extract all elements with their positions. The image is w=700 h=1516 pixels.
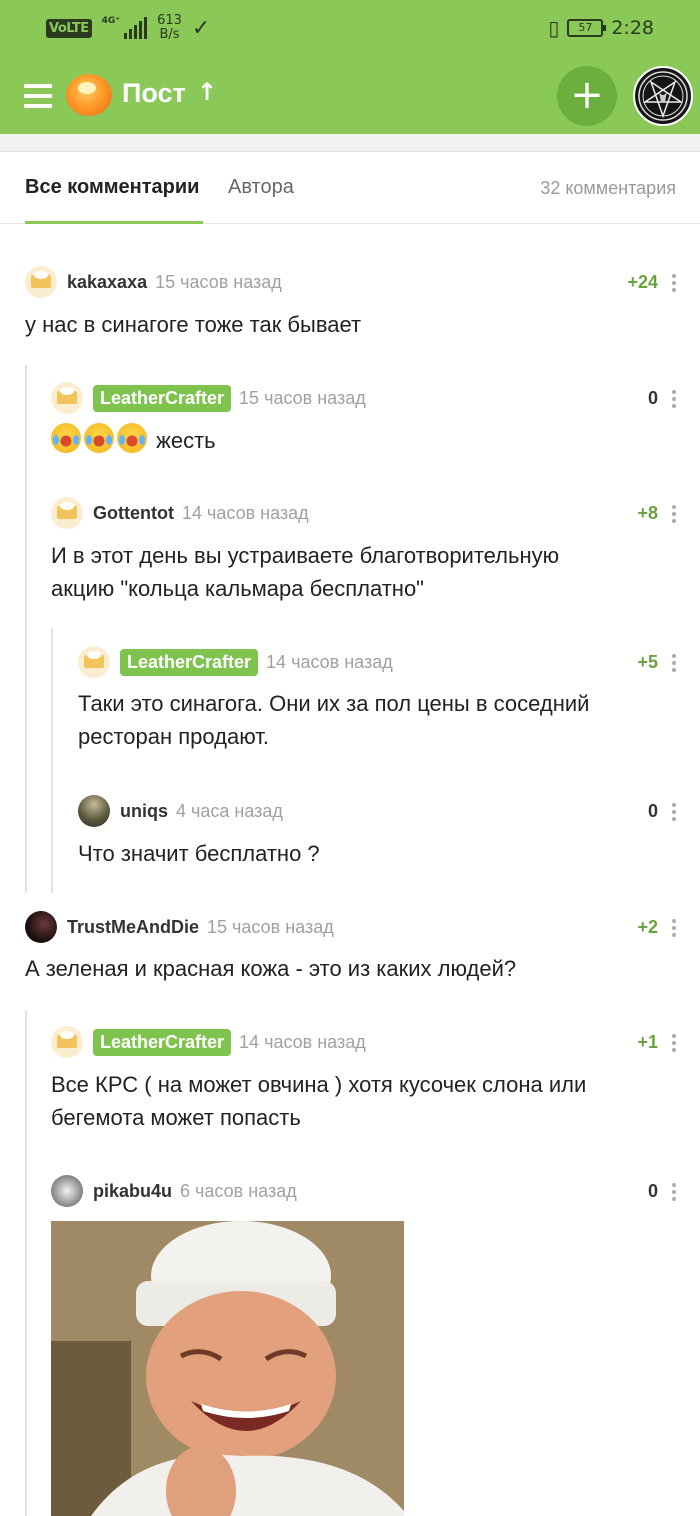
net-speed-value: 613 (157, 13, 182, 28)
comment-header: Gottentot 14 часов назад (51, 497, 309, 529)
status-bar: VoLTE 4G⁺ 613 B/s ✓ ▯ 57 2:28 (0, 0, 700, 58)
avatar[interactable] (51, 382, 83, 414)
more-vertical-icon[interactable] (672, 1183, 678, 1204)
tab-all-comments[interactable]: Все комментарии (25, 176, 199, 199)
comment-score: +1 (637, 1032, 658, 1052)
username[interactable]: TrustMeAndDie (67, 917, 199, 938)
comment-text: у нас в синагоге тоже так бывает (25, 312, 362, 337)
comment-header: pikabu4u 6 часов назад (51, 1175, 297, 1207)
comment-image[interactable] (51, 1221, 404, 1516)
profile-avatar[interactable] (633, 66, 693, 126)
net-speed: 613 B/s (157, 14, 182, 42)
comment-header: LeatherCrafter 15 часов назад (51, 382, 366, 414)
comment-text-line: акцию "кольца кальмара бесплатно" (51, 576, 424, 601)
pikabu-logo[interactable] (66, 74, 112, 116)
comment-score: 0 (647, 1181, 658, 1201)
comment-time: 14 часов назад (181, 502, 309, 523)
username[interactable]: pikabu4u (93, 1181, 172, 1202)
more-vertical-icon[interactable] (672, 390, 678, 411)
comment-text-line: Таки это синагога. Они их за пол цены в … (78, 691, 590, 716)
avatar[interactable] (78, 795, 110, 827)
avatar[interactable] (25, 911, 57, 943)
laughing-emoji (117, 423, 147, 453)
comment-text: Что значит бесплатно ? (78, 841, 320, 866)
comment-time: 15 часов назад (239, 387, 366, 408)
comment-score: 0 (647, 388, 658, 408)
comment-header: LeatherCrafter 14 часов назад (51, 1026, 366, 1058)
username[interactable]: uniqs (120, 801, 168, 822)
net-speed-unit: B/s (159, 27, 180, 42)
comment-tabs: Все комментарии Автора 32 комментария (0, 152, 700, 224)
author-badge-username[interactable]: LeatherCrafter (120, 648, 259, 676)
page-title: Пост (122, 78, 186, 108)
avatar[interactable] (78, 646, 110, 678)
comment-text: Все КРС ( на может овчина ) хотя кусочек… (51, 1068, 586, 1134)
pentagram-icon (638, 71, 688, 121)
comment-text-content: жесть (156, 428, 216, 453)
battery-icon: 57 (567, 19, 607, 37)
clock: 2:28 (611, 17, 654, 39)
more-vertical-icon[interactable] (672, 803, 678, 824)
avatar[interactable] (51, 1026, 83, 1058)
laughing-emoji (51, 423, 81, 453)
comment-score: 0 (647, 801, 658, 821)
comment-header: LeatherCrafter 14 часов назад (78, 646, 393, 678)
thread-line (51, 628, 53, 893)
plus-icon: + (570, 72, 604, 118)
comment-time: 14 часов назад (239, 1031, 366, 1052)
comment-score: +2 (637, 917, 658, 937)
comment-text: жесть (51, 423, 216, 457)
comment-score: +5 (637, 652, 658, 672)
more-vertical-icon[interactable] (672, 654, 678, 675)
comment-header: TrustMeAndDie 15 часов назад (25, 911, 334, 943)
more-vertical-icon[interactable] (672, 274, 678, 295)
comment-text: Таки это синагога. Они их за пол цены в … (78, 687, 589, 753)
comment-text-line: бегемота может попасть (51, 1105, 301, 1130)
thread-line (25, 365, 27, 893)
username[interactable]: Gottentot (93, 503, 174, 524)
divider (0, 134, 700, 152)
comment-text-line: Все КРС ( на может овчина ) хотя кусочек… (51, 1072, 587, 1097)
arrow-up-icon[interactable]: ↑ (197, 78, 217, 106)
active-tab-indicator (25, 221, 203, 224)
comment-header: uniqs 4 часа назад (78, 795, 283, 827)
comment-text-line: ресторан продают. (78, 724, 270, 749)
username[interactable]: kakaxaxa (67, 272, 147, 293)
add-post-button[interactable]: + (557, 66, 617, 126)
volte-indicator: VoLTE (46, 18, 92, 38)
top-bar: Пост ↑ + (0, 58, 700, 134)
laughing-emoji (84, 423, 114, 453)
author-badge-username[interactable]: LeatherCrafter (93, 384, 232, 412)
signal-icon: 4G⁺ (101, 16, 148, 39)
more-vertical-icon[interactable] (672, 919, 678, 940)
more-vertical-icon[interactable] (672, 505, 678, 526)
comment-score: +24 (627, 272, 658, 292)
tab-author[interactable]: Автора (228, 176, 294, 199)
comment-header: kakaxaxa 15 часов назад (25, 266, 282, 298)
comment-text: А зеленая и красная кожа - это из каких … (25, 956, 517, 981)
comment-time: 4 часа назад (176, 800, 283, 821)
menu-icon[interactable] (24, 84, 52, 108)
comment-score: +8 (637, 503, 658, 523)
network-type: 4G⁺ (101, 16, 121, 26)
more-vertical-icon[interactable] (672, 1034, 678, 1055)
avatar[interactable] (25, 266, 57, 298)
comment-time: 14 часов назад (266, 651, 393, 672)
comment-time: 15 часов назад (207, 916, 334, 937)
laughing-chef-image (51, 1221, 404, 1516)
comment-text-line: И в этот день вы устраиваете благотворит… (51, 543, 560, 568)
thread-line (25, 1010, 27, 1516)
comment-count: 32 комментария (540, 178, 676, 198)
author-badge-username[interactable]: LeatherCrafter (93, 1028, 232, 1056)
check-icon: ✓ (191, 15, 211, 41)
comment-time: 15 часов назад (155, 271, 282, 292)
comment-text: И в этот день вы устраиваете благотворит… (51, 539, 559, 605)
avatar[interactable] (51, 1175, 83, 1207)
avatar[interactable] (51, 497, 83, 529)
comment-time: 6 часов назад (180, 1180, 297, 1201)
vibrate-icon: ▯ (548, 16, 560, 40)
